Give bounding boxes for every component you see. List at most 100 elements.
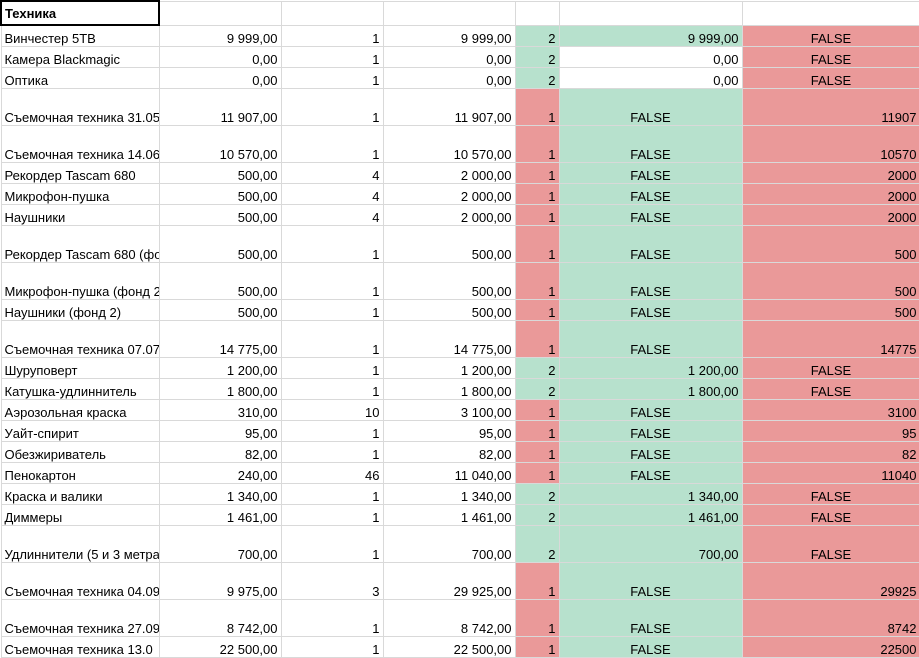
flag-cell[interactable]: 1 [514,88,560,126]
column-g-cell[interactable]: 9 999,00 [558,24,743,47]
flag-cell[interactable]: 1 [514,636,560,658]
quantity-cell[interactable]: 1 [280,599,384,637]
price-cell[interactable]: 1 800,00 [158,378,282,400]
column-g-cell[interactable]: FALSE [558,441,743,463]
total-cell[interactable]: 22 500,00 [382,636,516,658]
price-cell[interactable]: 9 999,00 [158,24,282,47]
column-g-cell[interactable]: FALSE [558,262,743,300]
total-cell[interactable]: 0,00 [382,46,516,68]
price-cell[interactable]: 240,00 [158,462,282,484]
quantity-cell[interactable]: 1 [280,441,384,463]
column-h-cell[interactable]: 11907 [741,88,919,126]
flag-cell[interactable]: 1 [514,599,560,637]
quantity-cell[interactable]: 1 [280,125,384,163]
column-h-cell[interactable]: 95 [741,420,919,442]
column-h-cell[interactable]: 2000 [741,162,919,184]
total-cell[interactable]: 2 000,00 [382,183,516,205]
price-cell[interactable]: 500,00 [158,204,282,226]
column-h-cell[interactable]: 29925 [741,562,919,600]
price-cell[interactable]: 1 340,00 [158,483,282,505]
quantity-cell[interactable]: 4 [280,183,384,205]
column-h-cell[interactable]: FALSE [741,483,919,505]
header-empty-cell[interactable] [741,0,919,26]
column-g-cell[interactable]: FALSE [558,599,743,637]
quantity-cell[interactable]: 1 [280,299,384,321]
flag-cell[interactable]: 1 [514,262,560,300]
total-cell[interactable]: 500,00 [382,262,516,300]
column-g-cell[interactable]: 0,00 [558,46,743,68]
header-empty-cell[interactable] [382,0,516,26]
item-name-cell[interactable]: Оптика [0,67,160,89]
flag-cell[interactable]: 1 [514,320,560,358]
item-name-cell[interactable]: Винчестер 5ТВ [0,24,160,47]
column-g-cell[interactable]: FALSE [558,562,743,600]
column-g-cell[interactable]: 700,00 [558,525,743,563]
column-g-cell[interactable]: FALSE [558,320,743,358]
column-h-cell[interactable]: 500 [741,262,919,300]
column-h-cell[interactable]: 500 [741,299,919,321]
column-g-cell[interactable]: FALSE [558,162,743,184]
price-cell[interactable]: 500,00 [158,299,282,321]
column-g-cell[interactable]: FALSE [558,299,743,321]
total-cell[interactable]: 1 340,00 [382,483,516,505]
flag-cell[interactable]: 2 [514,46,560,68]
quantity-cell[interactable]: 1 [280,357,384,379]
item-name-cell[interactable]: Микрофон-пушка [0,183,160,205]
column-h-cell[interactable]: 2000 [741,204,919,226]
item-name-cell[interactable]: Съемочная техника 13.0 [0,636,160,658]
flag-cell[interactable]: 2 [514,357,560,379]
column-g-cell[interactable]: 1 800,00 [558,378,743,400]
flag-cell[interactable]: 1 [514,183,560,205]
column-h-cell[interactable]: 500 [741,225,919,263]
item-name-cell[interactable]: Съемочная техника 04.09., 16.09. и 29.09… [0,562,160,600]
total-cell[interactable]: 500,00 [382,225,516,263]
total-cell[interactable]: 82,00 [382,441,516,463]
column-h-cell[interactable]: 82 [741,441,919,463]
item-name-cell[interactable]: Камера Blackmagic [0,46,160,68]
column-g-cell[interactable]: 0,00 [558,67,743,89]
flag-cell[interactable]: 1 [514,441,560,463]
quantity-cell[interactable]: 1 [280,483,384,505]
item-name-cell[interactable]: Пенокартон [0,462,160,484]
column-g-cell[interactable]: FALSE [558,399,743,421]
price-cell[interactable]: 8 742,00 [158,599,282,637]
item-name-cell[interactable]: Наушники [0,204,160,226]
total-cell[interactable]: 9 999,00 [382,24,516,47]
price-cell[interactable]: 22 500,00 [158,636,282,658]
quantity-cell[interactable]: 3 [280,562,384,600]
flag-cell[interactable]: 1 [514,299,560,321]
price-cell[interactable]: 500,00 [158,225,282,263]
total-cell[interactable]: 1 200,00 [382,357,516,379]
header-empty-cell[interactable] [558,0,743,26]
price-cell[interactable]: 9 975,00 [158,562,282,600]
price-cell[interactable]: 500,00 [158,183,282,205]
item-name-cell[interactable]: Съемочная техника 31.05. [0,88,160,126]
column-g-cell[interactable]: FALSE [558,225,743,263]
column-g-cell[interactable]: FALSE [558,183,743,205]
column-h-cell[interactable]: FALSE [741,525,919,563]
item-name-cell[interactable]: Рекордер Tascam 680 [0,162,160,184]
quantity-cell[interactable]: 1 [280,504,384,526]
total-cell[interactable]: 2 000,00 [382,204,516,226]
price-cell[interactable]: 10 570,00 [158,125,282,163]
flag-cell[interactable]: 2 [514,504,560,526]
item-name-cell[interactable]: Наушники (фонд 2) [0,299,160,321]
flag-cell[interactable]: 1 [514,125,560,163]
column-h-cell[interactable]: 8742 [741,599,919,637]
column-h-cell[interactable]: 11040 [741,462,919,484]
column-g-cell[interactable]: FALSE [558,88,743,126]
column-g-cell[interactable]: 1 461,00 [558,504,743,526]
quantity-cell[interactable]: 46 [280,462,384,484]
column-g-cell[interactable]: FALSE [558,462,743,484]
item-name-cell[interactable]: Удлиннители (5 и 3 метра) [0,525,160,563]
header-empty-cell[interactable] [280,0,384,26]
column-h-cell[interactable]: 3100 [741,399,919,421]
item-name-cell[interactable]: Съемочная техника 07.07 [0,320,160,358]
price-cell[interactable]: 11 907,00 [158,88,282,126]
quantity-cell[interactable]: 1 [280,525,384,563]
flag-cell[interactable]: 2 [514,525,560,563]
column-g-cell[interactable]: 1 200,00 [558,357,743,379]
item-name-cell[interactable]: Съемочная техника 27.09. [0,599,160,637]
header-empty-cell[interactable] [158,0,282,26]
total-cell[interactable]: 14 775,00 [382,320,516,358]
